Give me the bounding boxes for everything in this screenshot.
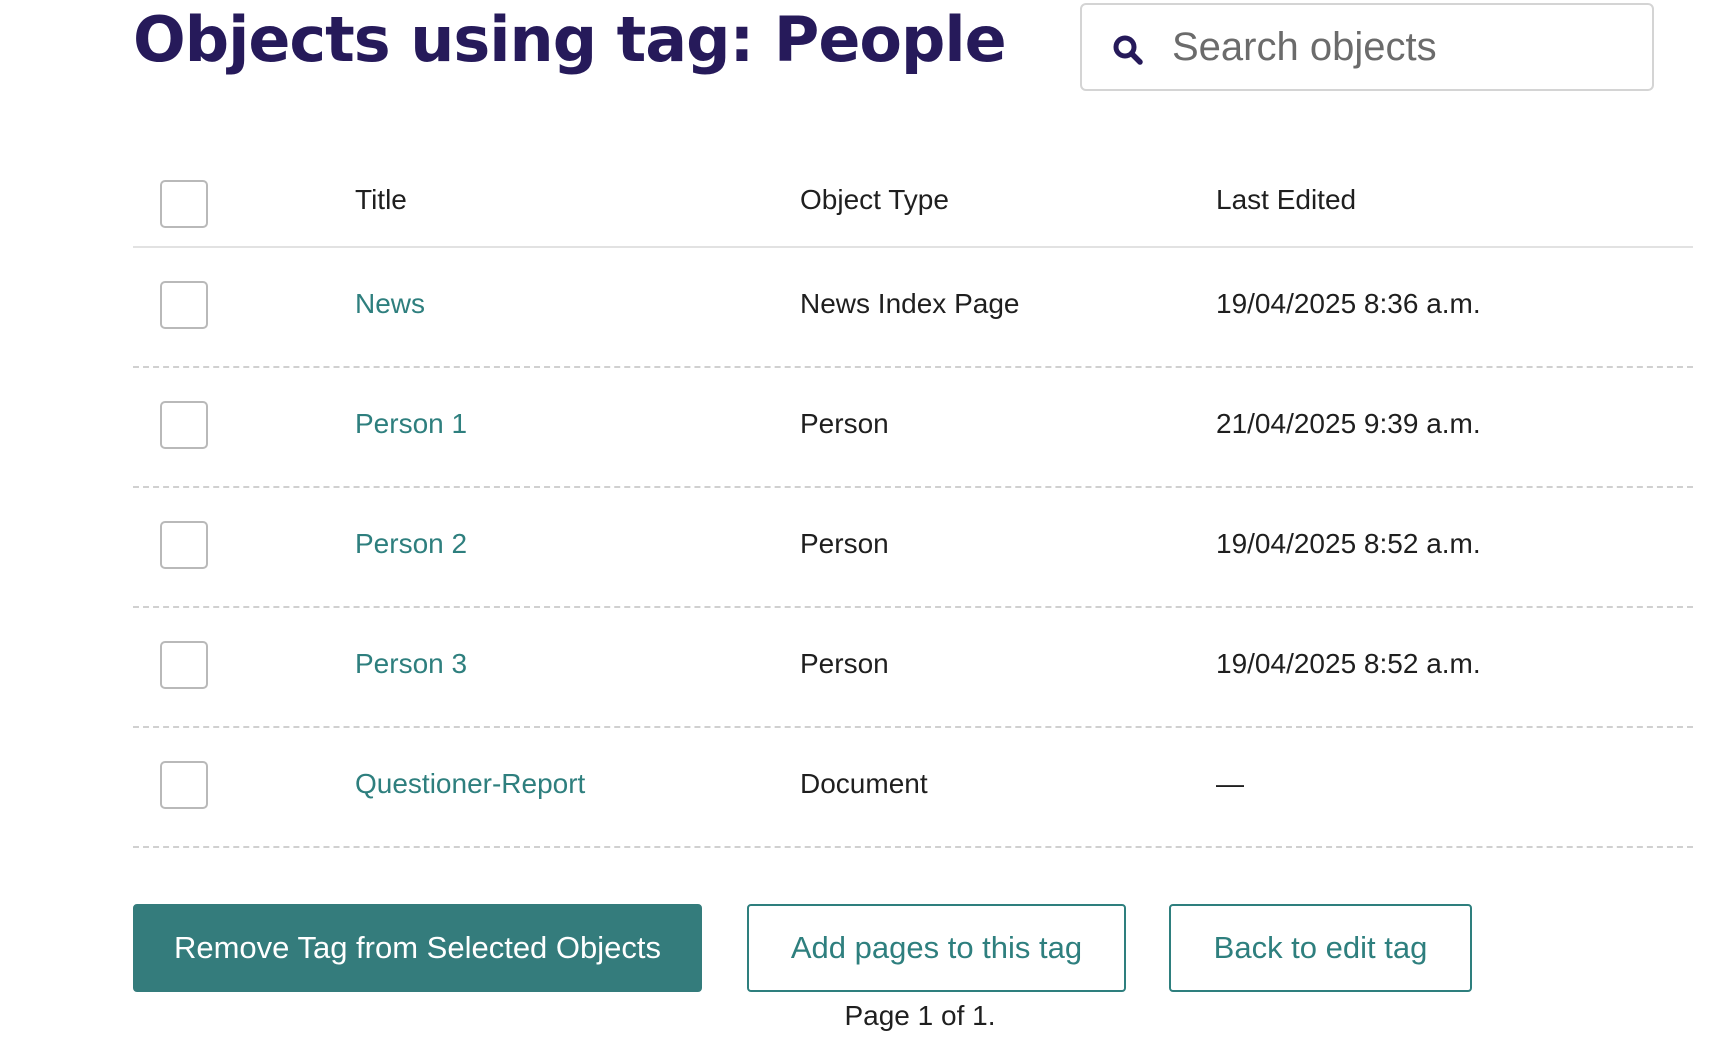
row-checkbox[interactable] xyxy=(160,761,208,809)
last-edited: 21/04/2025 9:39 a.m. xyxy=(1216,408,1481,439)
back-to-edit-tag-button[interactable]: Back to edit tag xyxy=(1169,904,1472,992)
search-icon xyxy=(1111,33,1145,67)
page-title: Objects using tag: People xyxy=(133,3,1007,76)
row-checkbox[interactable] xyxy=(160,281,208,329)
table-row: News News Index Page 19/04/2025 8:36 a.m… xyxy=(133,248,1693,368)
last-edited: 19/04/2025 8:52 a.m. xyxy=(1216,528,1481,559)
object-title-link[interactable]: Person 3 xyxy=(355,648,467,680)
object-title-link[interactable]: Person 2 xyxy=(355,528,467,560)
object-type: Person xyxy=(800,408,889,439)
row-checkbox[interactable] xyxy=(160,521,208,569)
table-row: Questioner-Report Document — xyxy=(133,728,1693,848)
remove-tag-button[interactable]: Remove Tag from Selected Objects xyxy=(133,904,702,992)
last-edited: 19/04/2025 8:52 a.m. xyxy=(1216,648,1481,679)
object-title-link[interactable]: Person 1 xyxy=(355,408,467,440)
object-type: Document xyxy=(800,768,928,799)
row-checkbox[interactable] xyxy=(160,641,208,689)
column-header-last-edited: Last Edited xyxy=(1216,184,1357,215)
object-type: News Index Page xyxy=(800,288,1020,319)
last-edited: 19/04/2025 8:36 a.m. xyxy=(1216,288,1481,319)
table-row: Person 1 Person 21/04/2025 9:39 a.m. xyxy=(133,368,1693,488)
last-edited: — xyxy=(1216,768,1244,799)
row-checkbox[interactable] xyxy=(160,401,208,449)
object-title-link[interactable]: Questioner-Report xyxy=(355,768,585,800)
search-box[interactable] xyxy=(1080,3,1654,91)
pagination-status: Page 1 of 1. xyxy=(844,1000,996,1031)
table-row: Person 3 Person 19/04/2025 8:52 a.m. xyxy=(133,608,1693,728)
column-header-object-type: Object Type xyxy=(800,184,949,215)
add-pages-button[interactable]: Add pages to this tag xyxy=(747,904,1126,992)
object-title-link[interactable]: News xyxy=(355,288,425,320)
objects-table: Title Object Type Last Edited News News … xyxy=(133,150,1693,848)
select-all-checkbox[interactable] xyxy=(160,180,208,228)
column-header-title: Title xyxy=(355,184,407,215)
table-header-row: Title Object Type Last Edited xyxy=(133,150,1693,248)
table-row: Person 2 Person 19/04/2025 8:52 a.m. xyxy=(133,488,1693,608)
object-type: Person xyxy=(800,648,889,679)
search-input[interactable] xyxy=(1172,5,1632,89)
object-type: Person xyxy=(800,528,889,559)
